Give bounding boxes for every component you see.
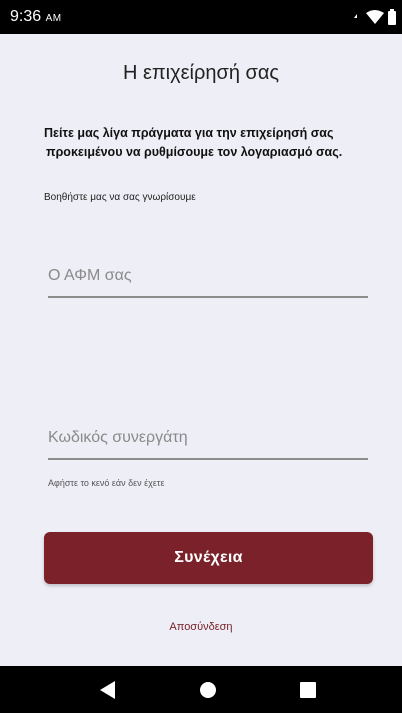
afm-underline bbox=[48, 296, 368, 298]
page-title: Η επιχείρησή σας bbox=[122, 62, 280, 84]
status-time-ampm: AM bbox=[45, 13, 62, 24]
recents-button[interactable] bbox=[278, 666, 338, 713]
partner-code-input[interactable] bbox=[48, 426, 368, 450]
signal-icon bbox=[354, 12, 362, 22]
back-button[interactable] bbox=[78, 666, 138, 713]
wifi-icon bbox=[366, 10, 384, 24]
continue-button[interactable]: Συνέχεια bbox=[44, 532, 373, 584]
screen: 9:36 AM Η επιχείρησή σας Πείτε μας λίγα … bbox=[0, 0, 402, 713]
home-button[interactable] bbox=[178, 666, 238, 713]
navigation-bar bbox=[0, 666, 402, 713]
status-bar: 9:36 AM bbox=[0, 0, 402, 34]
help-text: Βοηθήστε μας να σας γνωρίσουμε bbox=[44, 192, 196, 203]
status-time: 9:36 AM bbox=[10, 8, 62, 28]
intro-text-line2: προκειμένου να ρυθμίσουμε τον λογαριασμό… bbox=[46, 145, 343, 159]
intro-text: Πείτε μας λίγα πράγματα για την επιχείρη… bbox=[44, 124, 374, 162]
recents-icon bbox=[300, 681, 316, 698]
afm-field bbox=[48, 264, 368, 298]
intro-text-line1: Πείτε μας λίγα πράγματα για την επιχείρη… bbox=[44, 126, 334, 140]
afm-input[interactable] bbox=[48, 264, 368, 288]
partner-code-underline bbox=[48, 458, 368, 460]
logout-link[interactable]: Αποσύνδεση bbox=[0, 621, 402, 633]
partner-code-field bbox=[48, 426, 368, 460]
back-icon bbox=[100, 680, 115, 699]
home-icon bbox=[200, 681, 216, 698]
status-time-value: 9:36 bbox=[10, 8, 42, 25]
battery-icon bbox=[388, 9, 396, 25]
status-icons bbox=[354, 6, 396, 28]
partner-code-hint: Αφήστε το κενό εάν δεν έχετε bbox=[48, 478, 165, 488]
